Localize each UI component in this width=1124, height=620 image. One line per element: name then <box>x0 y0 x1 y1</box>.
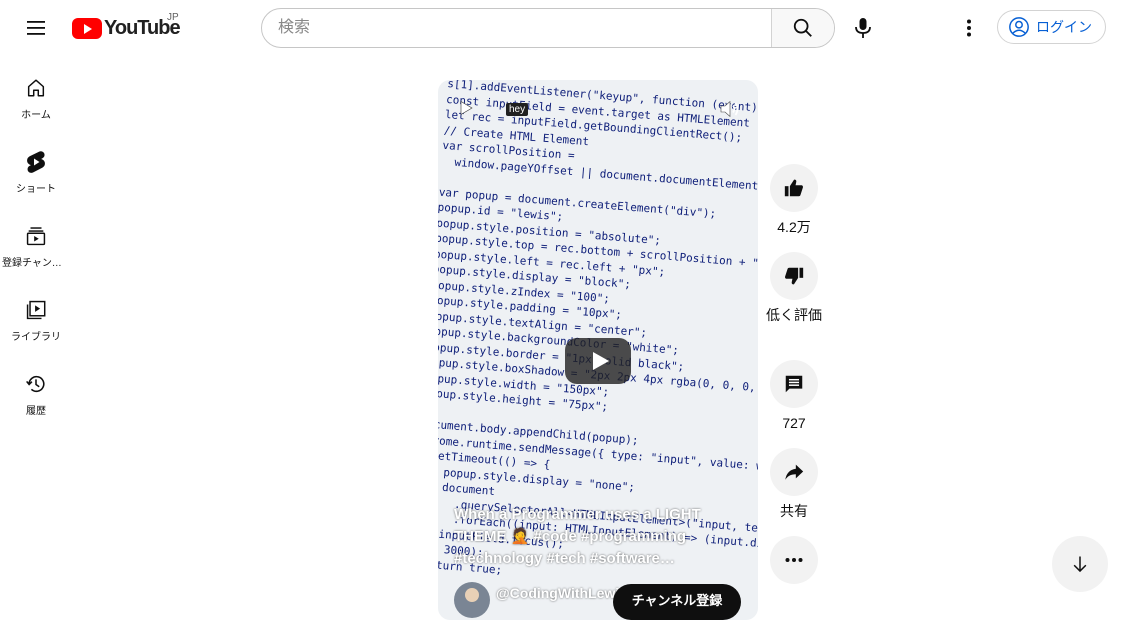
sidebar-item-label: ショート <box>16 184 56 195</box>
library-icon <box>24 298 48 322</box>
large-play-button[interactable] <box>565 338 631 384</box>
shorts-player[interactable]: s[1].addEventListener("keyup", function … <box>438 80 758 620</box>
shorts-icon <box>24 150 48 174</box>
search-icon <box>793 18 812 37</box>
voice-search-button[interactable] <box>843 8 883 48</box>
home-icon <box>24 76 48 100</box>
masthead: YouTube JP ログイン <box>0 0 1124 56</box>
volume-icon[interactable] <box>718 97 742 121</box>
youtube-logo[interactable]: YouTube <box>72 17 181 39</box>
like-button[interactable] <box>770 164 818 212</box>
channel-name[interactable]: @CodingWithLewi <box>496 585 619 601</box>
sidebar-item-label: 履歴 <box>26 406 46 417</box>
dislike-label: 低く評価 <box>766 307 822 323</box>
short-title[interactable]: When a Programmer uses a LIGHT THEME 🤦 #… <box>454 504 724 570</box>
share-button[interactable] <box>770 448 818 496</box>
sidebar-item-library[interactable]: ライブラリ <box>0 278 72 352</box>
dislike-button[interactable] <box>770 252 818 300</box>
sidebar-item-label: ホーム <box>21 110 51 121</box>
comments-button[interactable] <box>770 360 818 408</box>
settings-menu-button[interactable] <box>949 8 989 48</box>
next-short-button[interactable] <box>1052 536 1108 592</box>
search-input[interactable] <box>262 9 774 47</box>
like-action: 4.2万 <box>766 164 822 237</box>
comment-action: 727 <box>766 360 822 433</box>
youtube-play-icon <box>72 17 102 39</box>
subscriptions-icon <box>24 224 48 248</box>
comment-count: 727 <box>782 415 806 431</box>
channel-bar: @CodingWithLewi チャンネル登録 <box>454 582 754 620</box>
guide-menu-button[interactable] <box>16 8 56 48</box>
account-circle-icon <box>1009 17 1029 37</box>
sidebar-item-subscriptions[interactable]: 登録チャンネル <box>0 204 72 278</box>
microphone-icon <box>855 18 871 38</box>
avatar[interactable] <box>454 582 490 618</box>
history-icon <box>24 372 48 396</box>
sign-in-label: ログイン <box>1036 19 1092 35</box>
sidebar-item-shorts[interactable]: ショート <box>0 130 72 204</box>
play-pause-icon[interactable] <box>458 100 474 116</box>
like-count: 4.2万 <box>777 219 811 235</box>
sidebar-item-home[interactable]: ホーム <box>0 56 72 130</box>
share-action: 共有 <box>766 448 822 521</box>
more-action <box>766 536 822 584</box>
sidebar-item-label: 登録チャンネル <box>2 258 70 269</box>
hamburger-menu-icon <box>27 21 45 35</box>
arrow-down-icon <box>1073 556 1087 573</box>
subscribe-button[interactable]: チャンネル登録 <box>613 584 741 620</box>
sidebar-item-history[interactable]: 履歴 <box>0 352 72 426</box>
search-button[interactable] <box>771 9 834 47</box>
dislike-action: 低く評価 <box>766 252 822 325</box>
sign-in-button[interactable]: ログイン <box>997 10 1106 44</box>
comment-icon <box>785 375 803 393</box>
share-label: 共有 <box>780 503 808 519</box>
code-tooltip: hey <box>506 103 529 116</box>
share-arrow-icon <box>785 464 804 480</box>
more-horizontal-icon <box>785 558 803 562</box>
more-vertical-icon <box>967 19 971 37</box>
search-box <box>261 8 835 48</box>
sidebar-item-label: ライブラリ <box>11 332 61 343</box>
region-code: JP <box>167 12 179 23</box>
thumbs-down-icon <box>785 267 804 285</box>
thumbs-up-icon <box>784 179 803 197</box>
more-actions-button[interactable] <box>770 536 818 584</box>
